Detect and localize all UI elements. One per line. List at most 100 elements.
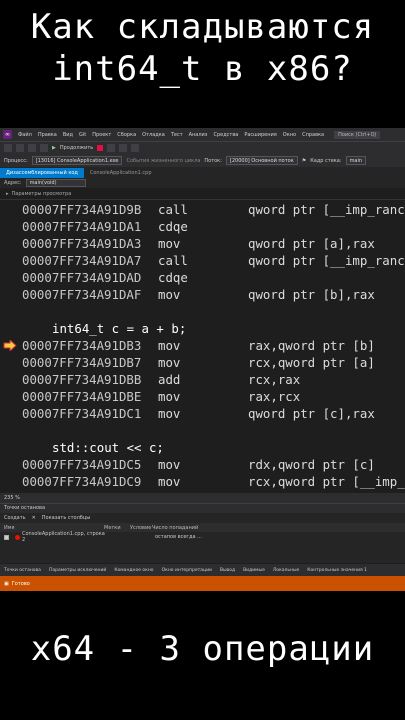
instruction-address: 00007FF734A91DC9 (22, 474, 142, 489)
continue-icon[interactable]: ▶ (52, 145, 56, 151)
asm-line[interactable]: 00007FF734A91DC9 mov rcx,qword ptr [__imp_ (22, 473, 405, 490)
asm-line[interactable]: 00007FF734A91DA1 cdqe (22, 218, 188, 235)
continue-button[interactable]: Продолжить (60, 145, 93, 151)
instruction-mnemonic: mov (158, 236, 181, 251)
save-icon[interactable] (28, 144, 36, 152)
ide-window: ∞ Файл Правка Вид Git Проект Сборка Отладка Тес… (0, 128, 405, 591)
instruction-operands: rax,qword ptr [b] (248, 338, 375, 353)
column-header-condition[interactable]: Условие (130, 525, 152, 531)
menu-item[interactable]: Правка (38, 132, 57, 138)
delete-icon[interactable]: ✕ (32, 515, 36, 521)
menu-item[interactable]: Git (79, 132, 86, 138)
menu-item[interactable]: Отладка (142, 132, 165, 138)
breakpoint-checkbox[interactable] (4, 534, 9, 540)
menu-item[interactable]: Сборка (117, 132, 136, 138)
instruction-mnemonic: mov (158, 474, 181, 489)
expand-chevron-icon: ▸ (6, 190, 9, 197)
asm-line[interactable]: 00007FF734A91DAD cdqe (22, 269, 188, 286)
process-label: Процесс: (4, 157, 28, 164)
tool-window-tab[interactable]: Окно интерпретации (162, 568, 212, 573)
asm-line[interactable]: 00007FF734A91DAF mov qword ptr [b],rax (22, 286, 375, 303)
flag-icon[interactable]: ⚑ (302, 158, 306, 164)
instruction-operands: rdx,qword ptr [c] (248, 457, 375, 472)
breakpoint-icon (15, 534, 20, 540)
undo-icon[interactable] (40, 144, 48, 152)
menu-item[interactable]: Проект (92, 132, 111, 138)
instruction-operands: rax,rcx (248, 389, 301, 404)
tool-window-tab[interactable]: Параметры исключений (49, 568, 106, 573)
status-bar: ▣ Готово (0, 576, 405, 591)
menu-item[interactable]: Справка (302, 132, 324, 138)
process-select[interactable]: [13016] ConsoleApplication1.exe (31, 156, 123, 165)
breakpoint-row[interactable]: ConsoleApplication1.cpp, строка 2 остапо… (0, 531, 405, 543)
status-icon: ▣ (4, 580, 9, 587)
column-header-labels[interactable]: Метки (104, 525, 130, 531)
stop-icon[interactable] (97, 145, 104, 151)
step-into-icon[interactable] (131, 144, 140, 152)
asm-line[interactable]: 00007FF734A91DA3 mov qword ptr [a],rax (22, 235, 375, 252)
menu-bar: ∞ Файл Правка Вид Git Проект Сборка Отладка Тес… (0, 128, 405, 141)
menu-item[interactable]: Анализ (189, 132, 208, 138)
menu-item[interactable]: Расширения (244, 132, 276, 138)
stack-frame-label: Кадр стека: (310, 157, 342, 164)
address-label: Адрес: (4, 180, 22, 186)
step-over-icon[interactable] (119, 144, 128, 152)
menu-item[interactable]: Средства (213, 132, 238, 138)
column-header-name[interactable]: Имя (4, 525, 104, 531)
tool-window-tab[interactable]: Локальные (273, 568, 299, 573)
show-columns-button[interactable]: Показать столбцы (42, 515, 90, 521)
lifecycle-events-label[interactable]: События жизненного цикла (126, 158, 200, 164)
view-options-toggle[interactable]: ▸ Параметры просмотра (0, 188, 405, 200)
instruction-operands: qword ptr [b],rax (248, 287, 375, 302)
caption-top-line1: Как складываются (30, 7, 375, 47)
instruction-mnemonic: mov (158, 338, 181, 353)
zoom-level[interactable]: 235 % (0, 493, 405, 503)
breakpoints-panel-title: Точки останова (0, 504, 405, 513)
thread-select[interactable]: [20000] Основной поток (225, 156, 298, 165)
tool-window-tab[interactable]: Точки останова (4, 568, 41, 573)
source-line: int64_t c = a + b; (52, 321, 187, 336)
asm-line[interactable]: 00007FF734A91DBB add rcx,rax (22, 371, 300, 388)
address-input[interactable]: main(void) (25, 179, 86, 187)
asm-line[interactable]: 00007FF734A91D9B call qword ptr [__imp_ran… (22, 201, 405, 218)
search-input[interactable]: Поиск (Ctrl+Q) (334, 130, 381, 139)
asm-line[interactable]: 00007FF734A91DC5 mov rdx,qword ptr [c] (22, 456, 375, 473)
column-header-hit-count[interactable]: Число попаданий (152, 525, 212, 531)
current-instruction-line[interactable]: 00007FF734A91DB3 mov rax,qword ptr [b] (22, 337, 375, 354)
debug-location-bar: Процесс: [13016] ConsoleApplication1.exe… (0, 154, 405, 167)
tab-source-file[interactable]: ConsoleApplication1.cpp (84, 168, 158, 178)
instruction-mnemonic: add (158, 372, 181, 387)
current-instruction-arrow-icon (3, 340, 17, 351)
menu-item[interactable]: Файл (18, 132, 32, 138)
menu-item[interactable]: Окно (283, 132, 296, 138)
create-breakpoint-button[interactable]: Создать (4, 515, 26, 521)
tool-window-tab[interactable]: Контрольные значения 1 (307, 568, 367, 573)
restart-icon[interactable] (107, 144, 116, 152)
tool-window-tabs: Точки останова Параметры исключений Команд… (0, 564, 405, 576)
asm-line[interactable]: 00007FF734A91DBE mov rax,rcx (22, 388, 300, 405)
document-tabs: Дизассемблированный код ConsoleApplicati… (0, 167, 405, 178)
main-toolbar: ▶ Продолжить (0, 141, 405, 154)
menu-item[interactable]: Вид (63, 132, 73, 138)
instruction-address: 00007FF734A91DAF (22, 287, 142, 302)
stack-frame-select[interactable]: main (345, 156, 367, 165)
instruction-address: 00007FF734A91DA1 (22, 219, 142, 234)
asm-line[interactable]: 00007FF734A91DC1 mov qword ptr [c],rax (22, 405, 375, 422)
instruction-address: 00007FF734A91DBE (22, 389, 142, 404)
view-options-label: Параметры просмотра (11, 190, 72, 197)
tool-window-tab[interactable]: Видимые (243, 568, 265, 573)
forward-icon[interactable] (16, 144, 24, 152)
instruction-operands: qword ptr [a],rax (248, 236, 375, 251)
instruction-address: 00007FF734A91DA7 (22, 253, 142, 268)
tool-window-tab[interactable]: Вывод (220, 568, 235, 573)
asm-line[interactable]: 00007FF734A91DB7 mov rcx,qword ptr [a] (22, 354, 375, 371)
back-icon[interactable] (4, 144, 12, 152)
instruction-mnemonic: cdqe (158, 270, 188, 285)
instruction-address: 00007FF734A91DBB (22, 372, 142, 387)
disassembly-view[interactable]: 00007FF734A91D9B call qword ptr [__imp_ran… (0, 200, 405, 493)
asm-line[interactable]: 00007FF734A91DA7 call qword ptr [__imp_ran… (22, 252, 405, 269)
tab-disassembly[interactable]: Дизассемблированный код (0, 168, 84, 178)
instruction-mnemonic: mov (158, 355, 181, 370)
tool-window-tab[interactable]: Командное окно (114, 568, 153, 573)
menu-item[interactable]: Тест (171, 132, 183, 138)
